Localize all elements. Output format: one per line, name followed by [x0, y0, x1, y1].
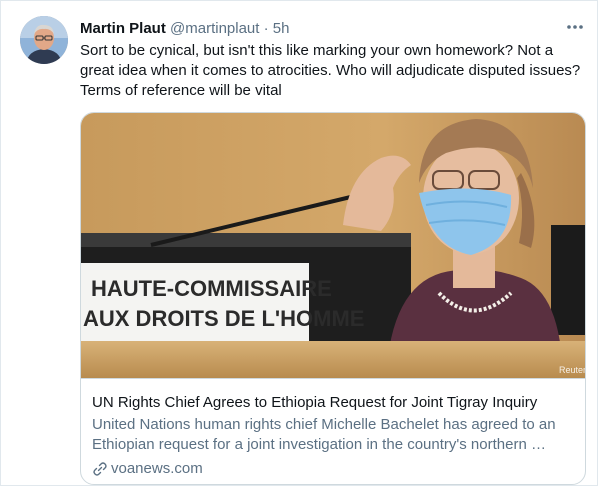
- avatar-photo: [20, 16, 68, 64]
- image-credit: Reuters: [559, 365, 585, 375]
- link-icon: [93, 462, 107, 476]
- tweet-timestamp[interactable]: 5h: [273, 20, 290, 37]
- tweet[interactable]: Martin Plaut @martinplaut · 5h Sort to b…: [0, 0, 598, 486]
- author-handle[interactable]: @martinplaut: [170, 20, 259, 37]
- card-title[interactable]: UN Rights Chief Agrees to Ethiopia Reque…: [92, 393, 582, 413]
- separator-dot: ·: [263, 20, 269, 37]
- image-sign-line1: HAUTE-COMMISSAIRE: [91, 276, 332, 301]
- more-horizontal-icon: [567, 25, 583, 29]
- card-description: United Nations human rights chief Michel…: [92, 416, 556, 453]
- card-image: HAUTE-COMMISSAIRE AUX DROITS DE L'HOMME …: [81, 113, 585, 378]
- more-options-button[interactable]: [563, 17, 587, 37]
- card-domain-label: voanews.com: [111, 460, 203, 477]
- link-preview-card[interactable]: HAUTE-COMMISSAIRE AUX DROITS DE L'HOMME …: [80, 112, 586, 485]
- card-body[interactable]: UN Rights Chief Agrees to Ethiopia Reque…: [81, 378, 585, 484]
- avatar[interactable]: [20, 16, 68, 64]
- tweet-text: Sort to be cynical, but isn't this like …: [80, 42, 581, 99]
- author-name[interactable]: Martin Plaut: [80, 20, 166, 37]
- tweet-header: Martin Plaut @martinplaut · 5h: [80, 19, 289, 39]
- image-sign-line2: AUX DROITS DE L'HOMME: [83, 306, 364, 331]
- card-domain[interactable]: voanews.com: [92, 459, 203, 479]
